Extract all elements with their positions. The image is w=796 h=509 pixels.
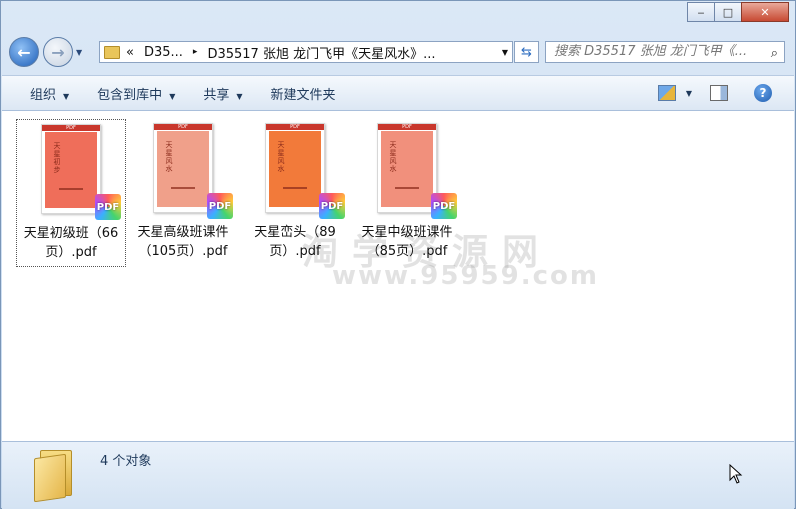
file-item[interactable]: PDF 天星风水 PDF 天星中级班课件（85页）.pdf [352,119,462,263]
pdf-badge-icon: PDF [431,193,457,219]
organize-button[interactable]: 组织 ▼ [30,84,69,103]
pdf-thumbnail: PDF 天星风水 PDF [153,123,233,219]
back-button[interactable]: ← [9,37,39,67]
cover-line [395,187,419,189]
pdf-page-icon: PDF 天星风水 [265,123,325,213]
pdf-badge-icon: PDF [95,194,121,220]
navigation-buttons: ← → ▼ [9,37,82,67]
view-dropdown-icon[interactable]: ▼ [686,89,692,98]
share-label: 共享 [203,87,230,103]
folder-icon [104,45,120,59]
cover-title: 天星风水 [165,141,173,173]
refresh-button[interactable]: ⇆ [514,41,539,63]
close-button[interactable]: ✕ [741,2,789,22]
search-placeholder: 搜索 D35517 张旭 龙门飞甲《... [554,44,748,59]
address-segment-current[interactable]: D35517 张旭 龙门飞甲《天星风水》... [207,43,435,62]
file-name[interactable]: 天星中级班课件（85页）.pdf [352,223,462,263]
folder-icon [34,450,78,503]
pdf-page-icon: PDF 天星初步 [41,124,101,214]
pdf-thumbnail: PDF 天星初步 PDF [41,124,121,220]
pdf-page-icon: PDF 天星风水 [153,123,213,213]
cover-art: 天星风水 [157,131,209,207]
recent-pages-dropdown-icon[interactable]: ▼ [76,48,82,57]
chevron-right-icon[interactable]: ▸ [193,47,198,57]
cover-art: 天星初步 [45,132,97,208]
pdf-band: PDF [42,125,100,131]
watermark-url: www.95959.com [332,261,599,291]
cover-art: 天星风水 [381,131,433,207]
cover-title: 天星风水 [389,141,397,173]
pdf-badge-icon: PDF [319,193,345,219]
chevron-down-icon: ▼ [169,91,176,101]
explorer-window: ‒ □ ✕ ← → ▼ « D35... ▸ D35517 张旭 龙门飞甲《天星… [0,0,796,509]
file-list[interactable]: 淘学资源网 www.95959.com PDF 天星初步 PDF 天星初级班（6… [2,111,794,441]
include-library-label: 包含到库中 [97,87,163,103]
pdf-band: PDF [266,124,324,130]
include-library-button[interactable]: 包含到库中 ▼ [97,84,175,103]
item-count: 4 个对象 [100,454,152,469]
file-item[interactable]: PDF 天星初步 PDF 天星初级班（66页）.pdf [16,119,126,267]
chevron-down-icon: ▼ [63,91,70,101]
cover-title: 天星风水 [277,141,285,173]
chevron-down-icon: ▼ [236,91,243,101]
pdf-page-icon: PDF 天星风水 [377,123,437,213]
search-input[interactable]: 搜索 D35517 张旭 龙门飞甲《... ⌕ [545,41,785,63]
pdf-thumbnail: PDF 天星风水 PDF [377,123,457,219]
pdf-band: PDF [154,124,212,130]
search-icon[interactable]: ⌕ [771,44,778,62]
preview-pane-icon[interactable] [710,85,728,101]
share-button[interactable]: 共享 ▼ [203,84,242,103]
file-name[interactable]: 天星高级班课件（105页）.pdf [128,223,238,263]
cover-art: 天星风水 [269,131,321,207]
caption-buttons: ‒ □ ✕ [687,2,789,22]
cover-line [59,188,83,190]
command-bar: 组织 ▼ 包含到库中 ▼ 共享 ▼ 新建文件夹 ▼ ? [2,75,794,111]
file-name[interactable]: 天星初级班（66页）.pdf [17,224,125,264]
mouse-cursor-icon [729,464,743,484]
file-name[interactable]: 天星峦头（89页）.pdf [240,223,350,263]
folder-front [34,453,66,503]
new-folder-label: 新建文件夹 [270,87,336,103]
view-options-icon[interactable] [657,85,676,101]
address-bar[interactable]: « D35... ▸ D35517 张旭 龙门飞甲《天星风水》... ▼ [99,41,513,63]
pdf-badge-icon: PDF [207,193,233,219]
cover-title: 天星初步 [53,142,61,174]
help-icon[interactable]: ? [754,84,772,102]
file-item[interactable]: PDF 天星风水 PDF 天星峦头（89页）.pdf [240,119,350,263]
pdf-band: PDF [378,124,436,130]
pdf-thumbnail: PDF 天星风水 PDF [265,123,345,219]
new-folder-button[interactable]: 新建文件夹 [271,84,336,103]
details-pane: 4 个对象 [2,441,794,509]
cover-line [171,187,195,189]
organize-label: 组织 [30,87,57,103]
forward-button[interactable]: → [43,37,73,67]
maximize-button[interactable]: □ [714,2,742,22]
file-item[interactable]: PDF 天星风水 PDF 天星高级班课件（105页）.pdf [128,119,238,263]
cover-line [283,187,307,189]
address-dropdown-icon[interactable]: ▼ [502,48,508,57]
address-segment-parent[interactable]: D35... [144,45,183,60]
address-overflow[interactable]: « [126,45,134,60]
toolbar-right: ▼ ? [657,84,772,102]
minimize-button[interactable]: ‒ [687,2,715,22]
